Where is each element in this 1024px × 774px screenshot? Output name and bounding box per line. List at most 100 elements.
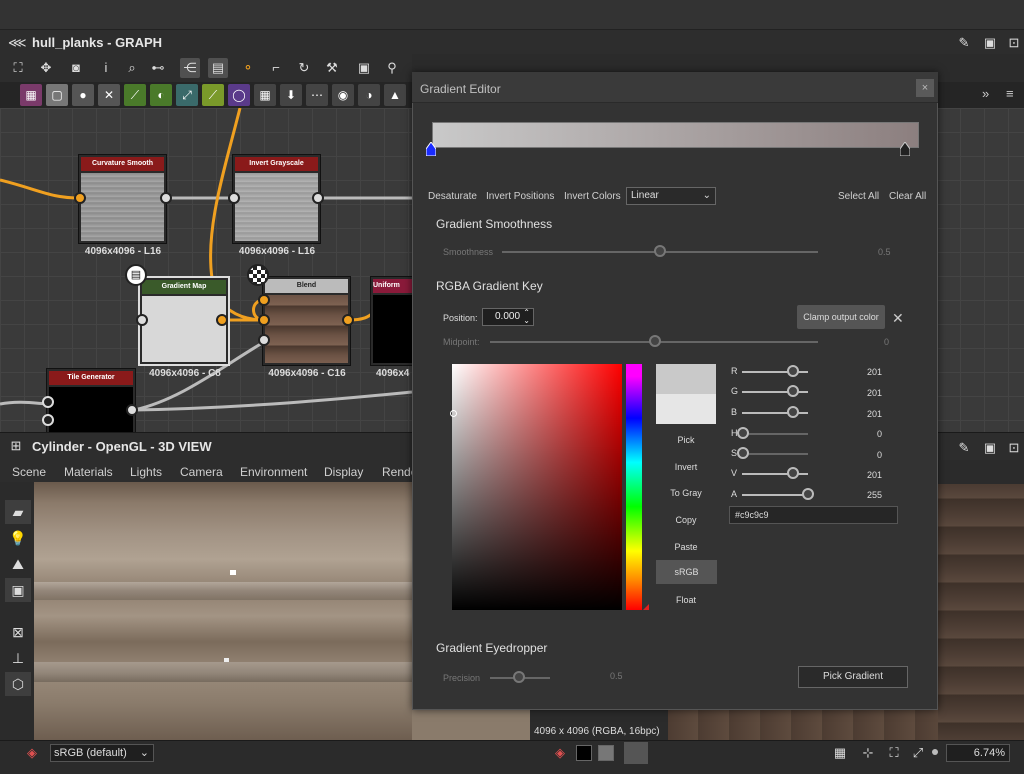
gradient-stop[interactable] [900,142,910,156]
delete-key-icon[interactable]: ✕ [892,310,904,327]
hex-color-input[interactable]: #c9c9c9 [729,506,898,524]
wrench-icon[interactable]: ⚒ [322,58,342,78]
saturation-value[interactable]: 0 [848,450,882,460]
cube-icon[interactable]: ⬡ [5,672,31,696]
invert-positions-button[interactable]: Invert Positions [486,191,554,202]
node-input-port[interactable] [228,192,240,204]
pin-icon[interactable]: ✎ [956,440,972,456]
hue-marker-icon[interactable] [643,604,649,610]
render-settings-icon[interactable]: ▣ [5,578,31,602]
menu-lights[interactable]: Lights [130,465,162,479]
search-icon[interactable]: ⌕ [122,58,142,78]
alpha-slider-track[interactable] [742,494,808,496]
srgb-button[interactable]: sRGB [656,560,717,584]
smoothness-slider-knob[interactable] [654,245,666,257]
light-icon[interactable]: 💡 [5,526,31,550]
alpha-value[interactable]: 255 [848,490,882,500]
picker-cursor[interactable] [450,410,457,417]
node-output-port[interactable] [312,192,324,204]
invert-colors-button[interactable]: Invert Colors [564,191,621,202]
node-output-port[interactable] [126,404,138,416]
node-input-port[interactable] [42,396,54,408]
layers-icon[interactable]: ◈ [24,745,40,761]
fit-icon[interactable]: ⛶ [886,745,902,761]
colorspace-select[interactable]: sRGB (default) ⌄ [50,744,154,762]
gradient-icon[interactable]: ⟋ [202,84,224,106]
to-gray-button[interactable]: To Gray [656,488,716,498]
alpha-slider-knob[interactable] [802,488,814,500]
position-input[interactable]: 0.000 ⌃ ⌄ [482,308,534,326]
histogram-icon[interactable]: ▲ [384,84,406,106]
menu-environment[interactable]: Environment [240,465,307,479]
output-icon[interactable]: ⬇ [280,84,302,106]
zoom-field[interactable]: 6.74% [946,744,1010,762]
display-mode-icon[interactable] [624,742,648,764]
node-tile-generator[interactable]: Tile Generator [46,368,136,432]
gradient-stop-selected[interactable] [426,142,436,156]
select-all-button[interactable]: Select All [838,191,879,202]
value-value[interactable]: 201 [848,470,882,480]
node-blend[interactable]: Blend [262,276,351,366]
camera-icon[interactable]: ▰ [5,500,31,524]
menu-camera[interactable]: Camera [180,465,223,479]
tiling-icon[interactable]: ▦ [832,745,848,761]
levels-icon[interactable]: ◐ [150,84,172,106]
wireframe-icon[interactable]: ⊠ [5,620,31,644]
spinner-icon[interactable]: ⌃ ⌄ [523,309,530,325]
3d-viewport[interactable] [34,482,412,740]
saturation-slider-knob[interactable] [737,447,749,459]
node-input-port[interactable] [258,314,270,326]
axis-icon[interactable]: ⊥ [5,646,31,670]
clamp-output-color-button[interactable]: Clamp output color [797,305,885,329]
node-input-port[interactable] [42,414,54,426]
history-icon[interactable]: ↻ [294,58,314,78]
green-slider-knob[interactable] [787,385,799,397]
curve-icon[interactable]: ⟋ [124,84,146,106]
node-input-port[interactable] [258,334,270,346]
red-slider-knob[interactable] [787,365,799,377]
camera-icon[interactable]: ◙ [66,58,86,78]
node-curvature-smooth[interactable]: Curvature Smooth [78,154,167,244]
close-icon[interactable]: × [916,79,934,97]
hue-slider-knob[interactable] [737,427,749,439]
link-icon[interactable]: ⊷ [148,58,168,78]
pick-gradient-button[interactable]: Pick Gradient [798,666,908,688]
node-output-port[interactable] [342,314,354,326]
info-icon[interactable]: i [96,58,116,78]
anchor-icon[interactable]: ⌐ [266,58,286,78]
red-value[interactable]: 201 [848,367,882,377]
brush-icon[interactable]: ⚲ [382,58,402,78]
node-input-port[interactable] [136,314,148,326]
grid-layout-icon[interactable]: ▤ [208,58,228,78]
blue-slider-knob[interactable] [787,406,799,418]
frame-icon[interactable]: ▣ [354,58,374,78]
invert-button[interactable]: Invert [656,462,716,472]
layout-icon[interactable]: ⋲ [180,58,200,78]
desaturate-button[interactable]: Desaturate [428,191,477,202]
pick-button[interactable]: Pick [656,435,716,445]
value-slider-knob[interactable] [787,467,799,479]
fullscreen-icon[interactable]: ⤢ [910,745,926,761]
node-input-port[interactable] [74,192,86,204]
saturation-value-picker[interactable] [452,364,622,610]
node-input-port[interactable] [258,294,270,306]
maximize-icon[interactable]: ⊡ [1006,440,1022,456]
precision-slider-knob[interactable] [513,671,525,683]
midpoint-slider-knob[interactable] [649,335,661,347]
menu-icon[interactable]: ≡ [1006,86,1014,101]
pixel-processor-icon[interactable]: ◉ [332,84,354,106]
hue-slider-track[interactable] [742,433,808,435]
measure-icon[interactable]: ⊹ [860,745,876,761]
node-graph-icon[interactable]: ⋯ [306,84,328,106]
blur-icon[interactable]: ◯ [228,84,250,106]
overflow-chevron-icon[interactable]: » [982,86,989,101]
node-output-port[interactable] [160,192,172,204]
paste-button[interactable]: Paste [656,542,716,552]
float-button[interactable]: Float [656,595,716,605]
clear-all-button[interactable]: Clear All [889,191,926,202]
tile-icon[interactable]: ▦ [254,84,276,106]
uniform-color-icon[interactable]: ● [72,84,94,106]
float-window-icon[interactable]: ▣ [982,35,998,51]
float-window-icon[interactable]: ▣ [982,440,998,456]
node-invert-grayscale[interactable]: Invert Grayscale [232,154,321,244]
